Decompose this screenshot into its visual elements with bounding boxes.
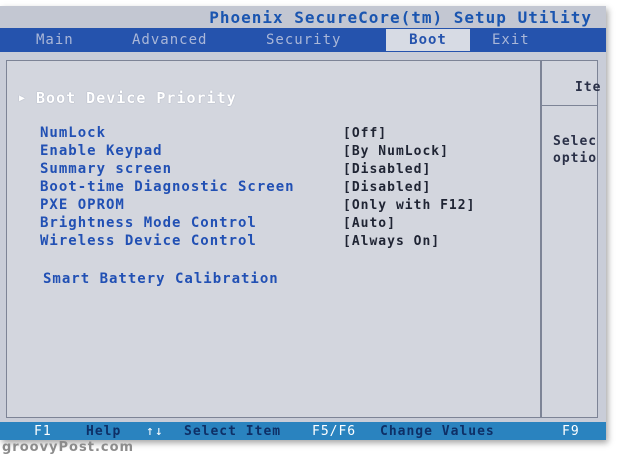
help-line-2: optio xyxy=(553,151,598,166)
setting-numlock[interactable]: NumLock xyxy=(40,125,106,141)
tab-security[interactable]: Security xyxy=(260,29,347,51)
submenu-label: Boot Device Priority xyxy=(36,89,237,107)
tab-advanced[interactable]: Advanced xyxy=(126,29,213,51)
setting-wireless-device[interactable]: Wireless Device Control xyxy=(40,233,257,249)
value-enable-keypad[interactable]: [By NumLock] xyxy=(343,144,449,159)
value-pxe-oprom[interactable]: [Only with F12] xyxy=(343,198,475,213)
value-summary-screen[interactable]: [Disabled] xyxy=(343,162,431,177)
help-header: Ite xyxy=(575,80,602,95)
f9-key: F9 xyxy=(562,424,580,439)
boot-device-priority-submenu[interactable]: ▶ Boot Device Priority xyxy=(19,89,237,107)
help-header-divider xyxy=(542,105,598,106)
change-values-label: Change Values xyxy=(380,424,495,439)
setting-enable-keypad[interactable]: Enable Keypad xyxy=(40,143,163,159)
key-legend-bar: F1 Help ↑↓ Select Item F5/F6 Change Valu… xyxy=(0,422,606,440)
boot-settings-panel: ▶ Boot Device Priority NumLock [Off] Enab… xyxy=(6,60,602,418)
watermark-logo: groovyPost.com xyxy=(2,440,135,455)
tab-exit[interactable]: Exit xyxy=(486,29,536,51)
value-boot-time-diagnostic[interactable]: [Disabled] xyxy=(343,180,431,195)
select-item-label: Select Item xyxy=(184,424,282,439)
f5f6-key: F5/F6 xyxy=(312,424,357,439)
setting-summary-screen[interactable]: Summary screen xyxy=(40,161,172,177)
help-line-1: Selec xyxy=(553,134,598,149)
arrow-keys-icon: ↑↓ xyxy=(146,424,164,439)
f1-help-label: Help xyxy=(86,424,122,439)
setting-brightness-mode[interactable]: Brightness Mode Control xyxy=(40,215,257,231)
smart-battery-calibration[interactable]: Smart Battery Calibration xyxy=(43,271,279,287)
utility-title: Phoenix SecureCore(tm) Setup Utility xyxy=(209,8,592,27)
submenu-arrow-icon: ▶ xyxy=(19,93,27,104)
help-divider xyxy=(540,61,542,417)
bios-screen: Phoenix SecureCore(tm) Setup Utility Mai… xyxy=(0,6,606,440)
tab-main[interactable]: Main xyxy=(30,29,80,51)
tab-boot[interactable]: Boot xyxy=(386,29,470,51)
f1-key: F1 xyxy=(34,424,52,439)
setting-boot-time-diagnostic[interactable]: Boot-time Diagnostic Screen xyxy=(40,179,295,195)
setting-pxe-oprom[interactable]: PXE OPROM xyxy=(40,197,125,213)
value-wireless-device[interactable]: [Always On] xyxy=(343,234,440,249)
tab-bar: Main Advanced Security Boot Exit xyxy=(0,28,606,52)
value-brightness-mode[interactable]: [Auto] xyxy=(343,216,396,231)
title-bar: Phoenix SecureCore(tm) Setup Utility xyxy=(0,6,606,28)
value-numlock[interactable]: [Off] xyxy=(343,126,387,141)
